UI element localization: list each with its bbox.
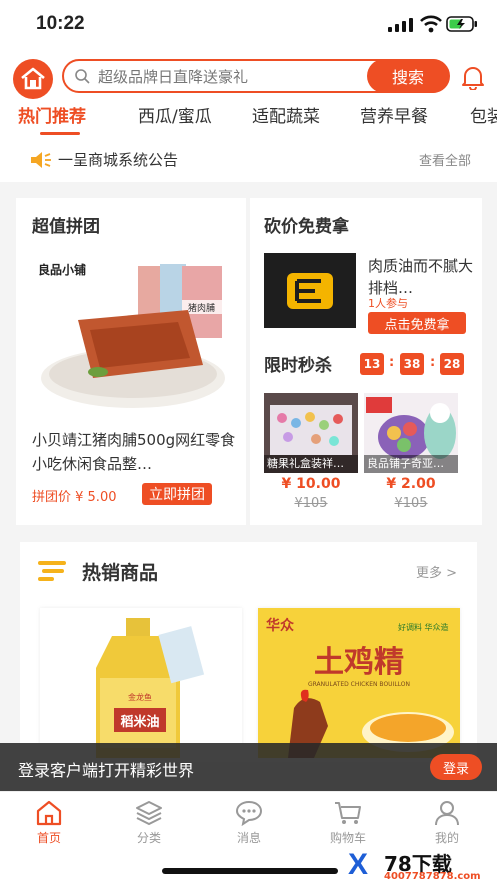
watermark-x-icon: X	[348, 848, 369, 881]
notice-bar[interactable]: 一呈商城系统公告 查看全部	[0, 140, 497, 182]
free-take-button[interactable]: 点击免费拿	[368, 312, 466, 334]
user-icon	[435, 801, 459, 826]
home-icon	[36, 800, 62, 826]
countdown-separator: :	[389, 355, 395, 370]
bargain-flash-card: 砍价免费拿 肉质油而不腻大排档… 1人参与 点击免费拿 限时秒杀 13 : 38…	[250, 198, 482, 525]
chat-icon	[235, 800, 263, 826]
svg-text:金龙鱼: 金龙鱼	[128, 692, 152, 702]
hot-products-title: 热销商品	[82, 562, 159, 584]
bargain-participants: 1人参与	[368, 297, 408, 310]
notice-view-all[interactable]: 查看全部	[419, 150, 471, 169]
group-buy-card: 超值拼团 猪肉脯 良品小铺 小贝靖江猪肉脯500g网红零食小吃休闲食品整… 拼团…	[16, 198, 246, 525]
bargain-product-name[interactable]: 肉质油而不腻大排档…	[368, 255, 476, 299]
home-logo-button[interactable]	[13, 59, 53, 99]
flash-item-snacks[interactable]: 良品铺子奇亚…	[364, 393, 458, 473]
svg-text:GRANULATED CHICKEN BOUILLON: GRANULATED CHICKEN BOUILLON	[308, 681, 410, 688]
svg-text:猪肉脯: 猪肉脯	[188, 302, 215, 314]
tabbar-category[interactable]: 分类	[119, 800, 179, 846]
countdown-hours: 13	[360, 353, 384, 375]
hot-products-card: 热销商品 更多 > 稻米油 金龙鱼 华众 好调料 华众造 土鸡精 GRANULA…	[20, 542, 477, 762]
flash-sale-title: 限时秒杀	[264, 356, 332, 376]
tabbar-label: 我的	[434, 831, 459, 845]
join-group-button[interactable]: 立即拼团	[142, 483, 212, 505]
chicken-bouillon-image: 华众 好调料 华众造 土鸡精 GRANULATED CHICKEN BOUILL…	[258, 608, 460, 758]
bargain-title: 砍价免费拿	[264, 217, 349, 237]
flash-item-caption: 糖果礼盒装祥…	[264, 455, 358, 473]
hot-item-chicken-bouillon[interactable]: 华众 好调料 华众造 土鸡精 GRANULATED CHICKEN BOUILL…	[258, 608, 460, 758]
hot-products-more[interactable]: 更多 >	[416, 562, 457, 581]
svg-text:良品小铺: 良品小铺	[38, 262, 86, 277]
countdown-separator: :	[430, 355, 436, 370]
flash-item-price: ¥ 10.00	[281, 476, 341, 492]
tab-melon[interactable]: 西瓜/蜜瓜	[138, 102, 212, 127]
search-input[interactable]	[98, 66, 358, 88]
countdown-minutes: 38	[400, 353, 424, 375]
category-tabs: 热门推荐 西瓜/蜜瓜 适配蔬菜 营养早餐 包装	[0, 102, 497, 138]
cart-icon	[335, 802, 361, 824]
tabbar-messages[interactable]: 消息	[219, 800, 279, 846]
signal-icon	[388, 18, 413, 32]
pork-jerky-image[interactable]: 猪肉脯 良品小铺	[38, 260, 228, 410]
flash-item-original-price: ¥105	[394, 496, 428, 511]
countdown-seconds: 28	[440, 353, 464, 375]
battery-icon	[446, 16, 477, 32]
tabbar-cart[interactable]: 购物车	[318, 800, 378, 846]
search-icon	[75, 69, 90, 84]
bargain-product-image[interactable]	[264, 253, 356, 328]
home-icon	[21, 67, 45, 90]
hot-item-oil[interactable]: 稻米油 金龙鱼	[40, 608, 242, 758]
tabbar-label: 消息	[236, 831, 261, 845]
brand-logo-icon	[287, 272, 333, 309]
tabbar-home[interactable]: 首页	[19, 800, 79, 846]
flash-item-original-price: ¥105	[294, 496, 328, 511]
tab-breakfast[interactable]: 营养早餐	[360, 102, 428, 127]
header: 搜索 热门推荐 西瓜/蜜瓜 适配蔬菜 营养早餐 包装 一呈商城系统公告 查看全部	[0, 50, 497, 182]
tabbar-profile[interactable]: 我的	[417, 800, 477, 846]
login-prompt-bar: 登录客户端打开精彩世界 登录	[0, 743, 497, 791]
login-button[interactable]: 登录	[430, 754, 482, 780]
search-bar: 搜索	[62, 59, 450, 93]
tabbar-label: 分类	[136, 831, 161, 845]
flash-item-candy[interactable]: 糖果礼盒装祥…	[264, 393, 358, 473]
bell-icon[interactable]	[460, 64, 486, 90]
watermark-url: 4007787878.com	[384, 871, 481, 882]
group-buy-title: 超值拼团	[32, 217, 100, 237]
notice-text: 一呈商城系统公告	[58, 151, 179, 169]
flash-item-price: ¥ 2.00	[386, 476, 436, 492]
home-indicator	[162, 868, 338, 874]
tab-vegetables[interactable]: 适配蔬菜	[252, 102, 320, 127]
tabbar-label: 购物车	[329, 831, 366, 845]
tab-hot[interactable]: 热门推荐	[18, 102, 86, 127]
rice-oil-image: 稻米油 金龙鱼	[40, 608, 242, 758]
tabbar-label: 首页	[36, 831, 61, 845]
tab-packaging[interactable]: 包装	[470, 102, 497, 127]
hot-list-icon	[38, 561, 66, 581]
watermark-logo: X 78下载 4007787878.com	[344, 848, 494, 882]
login-prompt-text: 登录客户端打开精彩世界	[18, 761, 195, 780]
status-time: 10:22	[36, 13, 85, 34]
group-buy-price: 拼团价 ¥ 5.00	[32, 490, 117, 505]
flash-item-caption: 良品铺子奇亚…	[364, 455, 458, 473]
svg-text:土鸡精: 土鸡精	[314, 645, 404, 680]
status-bar: 10:22	[0, 0, 497, 50]
svg-text:稻米油: 稻米油	[120, 714, 159, 730]
svg-text:好调料 华众造: 好调料 华众造	[398, 622, 449, 632]
layers-icon	[136, 801, 162, 826]
active-tab-underline	[40, 132, 80, 135]
speaker-icon	[31, 152, 51, 168]
wifi-icon	[420, 15, 442, 33]
svg-text:华众: 华众	[266, 617, 294, 634]
group-buy-product-name[interactable]: 小贝靖江猪肉脯500g网红零食小吃休闲食品整…	[32, 428, 242, 476]
search-button[interactable]: 搜索	[367, 59, 449, 93]
